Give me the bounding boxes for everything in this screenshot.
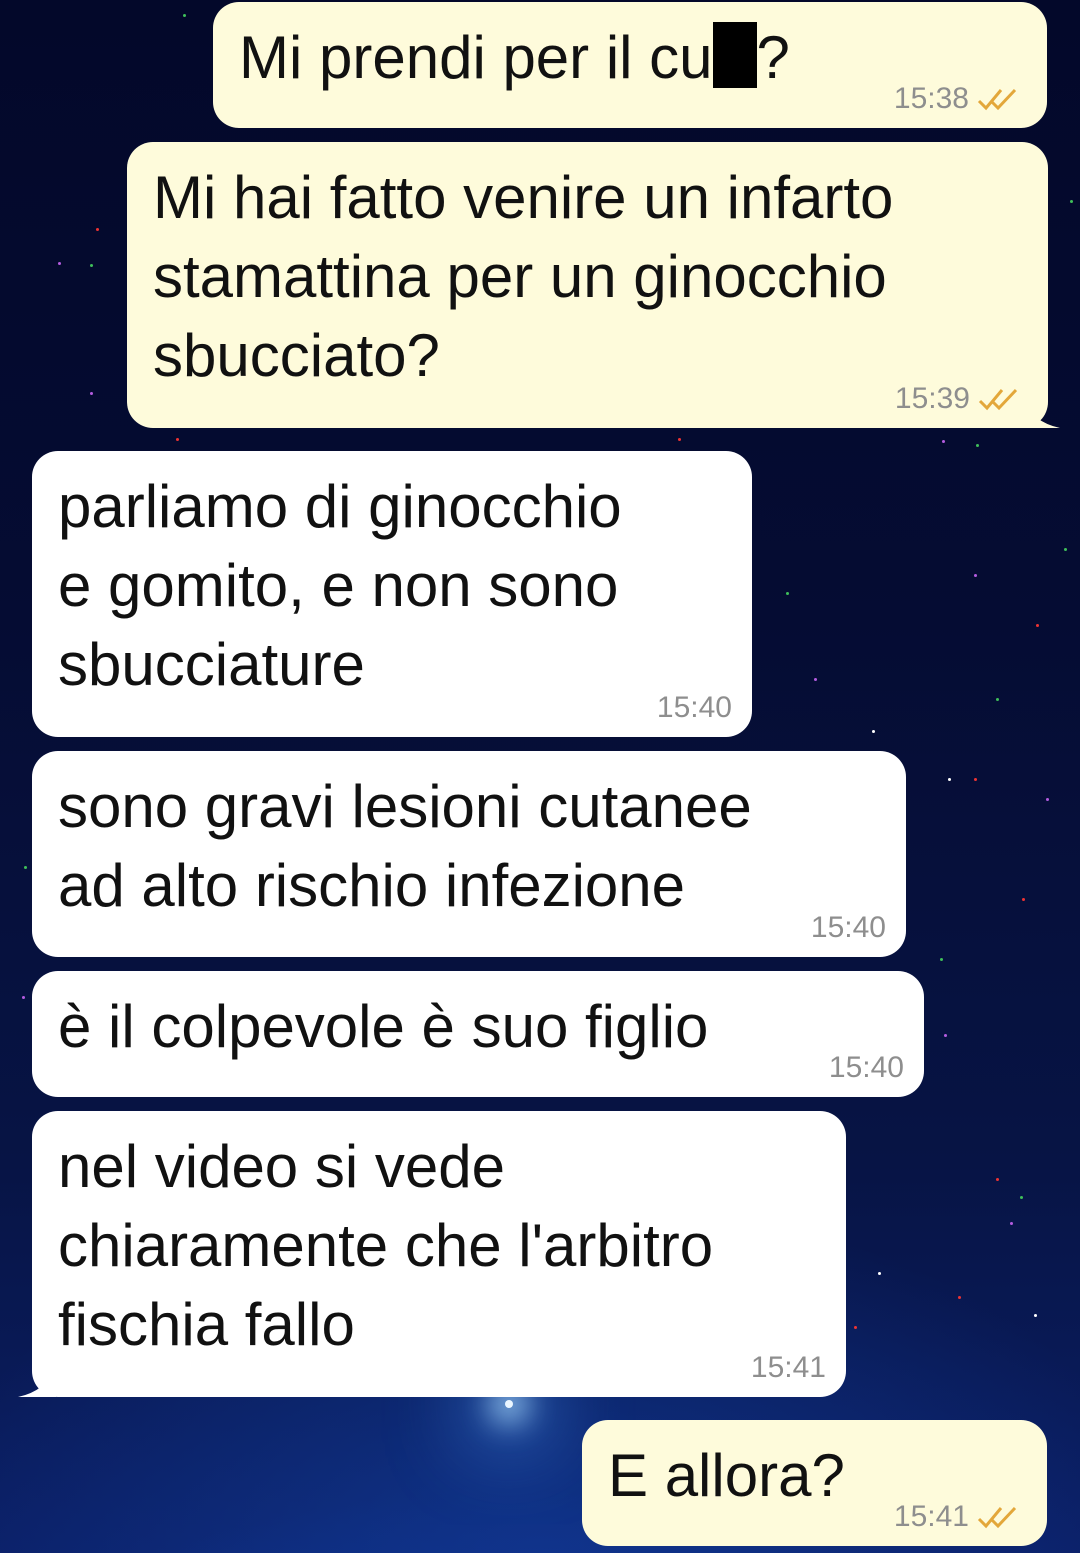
message-meta: 15:41 [751,1353,826,1383]
message-text: parliamo di ginocchio e gomito, e non so… [58,473,622,698]
message-time: 15:40 [828,1051,904,1084]
message-meta: 15:40 [811,913,886,943]
double-check-icon [978,388,1018,411]
message-bubble-incoming[interactable]: nel video si vede chiaramente che l'arbi… [18,1111,846,1397]
message-bubble-outgoing[interactable]: E allora? 15:41 [582,1420,1047,1546]
message-bubble-incoming[interactable]: è il colpevole è suo figlio 15:40 [32,971,924,1097]
bubble-tail [1022,398,1060,428]
earth-horizon-glow [505,1400,513,1408]
message-time: 15:38 [893,82,969,115]
message-meta: 15:38 [894,84,1021,114]
message-text: sono gravi lesioni cutanee ad alto risch… [58,773,752,919]
message-bubble-incoming[interactable]: sono gravi lesioni cutanee ad alto risch… [32,751,906,957]
message-time: 15:41 [750,1351,826,1384]
message-text: Mi hai fatto venire un infarto stamattin… [153,164,894,389]
double-check-icon [977,1506,1017,1529]
message-time: 15:40 [656,691,732,724]
message-meta: 15:41 [894,1502,1021,1532]
message-bubble-outgoing[interactable]: Mi hai fatto venire un infarto stamattin… [127,142,1060,428]
message-bubble-outgoing[interactable]: Mi prendi per il cu? 15:38 [213,2,1047,128]
message-time: 15:39 [894,382,970,415]
message-meta: 15:40 [657,693,732,723]
redaction-block [712,22,757,88]
message-meta: 15:40 [829,1053,904,1083]
message-bubble-incoming[interactable]: parliamo di ginocchio e gomito, e non so… [32,451,752,737]
message-time: 15:41 [893,1500,969,1533]
bubble-tail [18,1367,56,1397]
message-meta: 15:39 [895,384,1022,414]
message-text: nel video si vede chiaramente che l'arbi… [58,1133,714,1358]
double-check-icon [977,88,1017,111]
message-time: 15:40 [810,911,886,944]
message-text: è il colpevole è suo figlio [58,993,709,1060]
